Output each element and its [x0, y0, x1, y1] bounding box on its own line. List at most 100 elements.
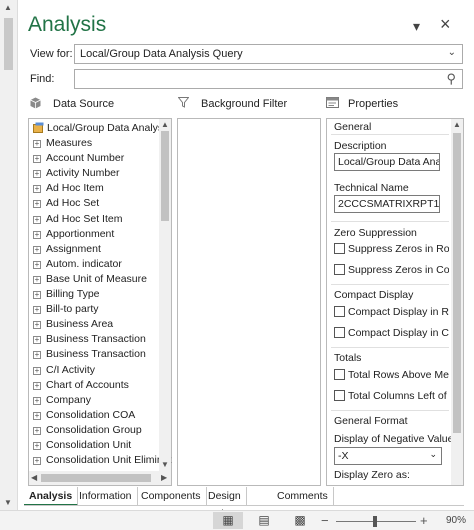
expand-icon[interactable]: +: [33, 185, 41, 194]
tree-item-label: Apportionment: [46, 227, 115, 240]
tree-item[interactable]: + Company: [33, 393, 91, 408]
pane-options-icon[interactable]: ▾: [413, 18, 420, 35]
tab-design-rules[interactable]: Design Rules: [203, 487, 247, 520]
expand-icon[interactable]: +: [33, 396, 41, 405]
total-columns-left-checkbox[interactable]: Total Columns Left of M: [334, 390, 449, 402]
scroll-thumb[interactable]: [4, 18, 13, 70]
tree-item[interactable]: + Activity Number: [33, 166, 120, 181]
tree-item[interactable]: + Consolidation Group: [33, 423, 142, 438]
tree-root[interactable]: Local/Group Data Analysis: [33, 121, 171, 136]
tree-item[interactable]: + Assignment: [33, 242, 101, 257]
tree-item-label: Bill-to party: [46, 303, 99, 316]
scroll-up-icon[interactable]: ▲: [453, 120, 461, 129]
chevron-down-icon[interactable]: ⌄: [429, 449, 437, 460]
compact-display-rows-checkbox[interactable]: Compact Display in Row: [334, 306, 449, 318]
compact-display-columns-checkbox[interactable]: Compact Display in Colu: [334, 327, 449, 339]
tree-item[interactable]: + Business Area: [33, 317, 113, 332]
expand-icon[interactable]: +: [33, 457, 41, 466]
checkbox-box[interactable]: [334, 243, 345, 254]
checkbox-box[interactable]: [334, 264, 345, 275]
expand-icon[interactable]: +: [33, 366, 41, 375]
tree-item[interactable]: + Base Unit of Measure: [33, 272, 147, 287]
expand-icon[interactable]: +: [33, 170, 41, 179]
expand-icon[interactable]: +: [33, 155, 41, 164]
expand-icon[interactable]: +: [33, 306, 41, 315]
expand-icon[interactable]: +: [33, 140, 41, 148]
tree-item[interactable]: + Measures: [33, 136, 92, 151]
expand-icon[interactable]: +: [33, 215, 41, 224]
total-rows-above-checkbox[interactable]: Total Rows Above Mem: [334, 369, 449, 381]
tree-item[interactable]: + Consolidation Unit: [33, 438, 131, 453]
scroll-left-icon[interactable]: ◀: [31, 473, 37, 482]
scroll-thumb[interactable]: [453, 133, 461, 433]
zoom-out-icon[interactable]: −: [321, 513, 329, 528]
scroll-down-icon[interactable]: ▼: [4, 498, 12, 507]
scroll-up-icon[interactable]: ▲: [161, 120, 169, 129]
zoom-in-icon[interactable]: +: [420, 513, 428, 528]
chevron-down-icon[interactable]: ⌄: [448, 47, 456, 58]
tree-vertical-scrollbar[interactable]: ▲ ▼: [159, 119, 171, 471]
expand-icon[interactable]: +: [33, 200, 41, 209]
tree-horizontal-scrollbar[interactable]: ◀ ▶: [29, 471, 171, 485]
scroll-up-icon[interactable]: ▲: [4, 3, 12, 12]
zoom-slider-thumb[interactable]: [373, 516, 377, 527]
tree-item[interactable]: + Autom. indicator: [33, 257, 122, 272]
zoom-level[interactable]: 90%: [446, 515, 466, 526]
close-icon[interactable]: ×: [440, 14, 451, 35]
data-source-tree[interactable]: Local/Group Data Analysis + Measures + Acco…: [28, 118, 172, 486]
scroll-right-icon[interactable]: ▶: [161, 473, 167, 482]
tab-information[interactable]: Information: [74, 487, 138, 506]
expand-icon[interactable]: +: [33, 381, 41, 390]
expand-icon[interactable]: +: [33, 411, 41, 420]
tab-components[interactable]: Components: [136, 487, 207, 506]
pane-vertical-scrollbar[interactable]: ▲ ▼: [0, 0, 18, 510]
checkbox-box[interactable]: [334, 390, 345, 401]
scroll-down-icon[interactable]: ▼: [161, 460, 169, 469]
expand-icon[interactable]: +: [33, 321, 41, 330]
suppress-zeros-rows-checkbox[interactable]: Suppress Zeros in Rows: [334, 243, 449, 255]
tree-item[interactable]: + Account Number: [33, 151, 124, 166]
tree-item[interactable]: + Billing Type: [33, 287, 100, 302]
tree-item[interactable]: + Ad Hoc Set Item: [33, 212, 122, 227]
find-input[interactable]: ⚲: [74, 69, 463, 89]
tree-item[interactable]: + Consolidation COA: [33, 408, 135, 423]
description-field[interactable]: Local/Group Data Ana: [334, 153, 440, 171]
tree-item[interactable]: + C/I Activity: [33, 363, 95, 378]
expand-icon[interactable]: +: [33, 426, 41, 435]
expand-icon[interactable]: +: [33, 442, 41, 450]
expand-icon[interactable]: +: [33, 260, 41, 269]
tree-item[interactable]: + Bill-to party: [33, 302, 99, 317]
expand-icon[interactable]: +: [33, 351, 41, 360]
expand-icon[interactable]: +: [33, 245, 41, 254]
expand-icon[interactable]: +: [33, 291, 41, 299]
checkbox-box[interactable]: [334, 327, 345, 338]
scroll-thumb[interactable]: [161, 131, 169, 221]
tab-analysis[interactable]: Analysis: [24, 487, 79, 506]
properties-panel[interactable]: General Description Local/Group Data Ana…: [326, 118, 464, 486]
tree-item[interactable]: + Business Transaction: [33, 332, 146, 347]
tree-item[interactable]: + Consolidation Unit Eliminat: [33, 453, 171, 468]
expand-icon[interactable]: +: [33, 275, 41, 284]
page-layout-view-icon[interactable]: ▤: [249, 512, 279, 529]
scroll-thumb[interactable]: [41, 474, 151, 482]
technical-name-field[interactable]: 2CCCSMATRIXRPT10(: [334, 195, 440, 213]
tree-item[interactable]: + Apportionment: [33, 227, 114, 242]
tab-comments[interactable]: Comments: [272, 487, 334, 506]
tree-item[interactable]: + Ad Hoc Item: [33, 181, 104, 196]
expand-icon[interactable]: +: [33, 336, 41, 345]
background-filter-list[interactable]: [177, 118, 321, 486]
tree-item[interactable]: + Ad Hoc Set: [33, 196, 99, 211]
checkbox-box[interactable]: [334, 369, 345, 380]
tree-item[interactable]: + Chart of Accounts: [33, 378, 129, 393]
checkbox-label: Total Rows Above Mem: [348, 369, 449, 381]
page-break-view-icon[interactable]: ▩: [285, 512, 315, 529]
search-icon[interactable]: ⚲: [446, 71, 456, 87]
suppress-zeros-columns-checkbox[interactable]: Suppress Zeros in Colu: [334, 264, 449, 276]
negative-values-select[interactable]: -X ⌄: [334, 447, 442, 465]
tree-item[interactable]: + Business Transaction: [33, 347, 146, 362]
expand-icon[interactable]: +: [33, 230, 41, 239]
checkbox-box[interactable]: [334, 306, 345, 317]
properties-vertical-scrollbar[interactable]: ▲: [451, 119, 463, 485]
normal-view-icon[interactable]: ▦: [213, 512, 243, 529]
view-for-select[interactable]: Local/Group Data Analysis Query ⌄: [74, 44, 463, 64]
